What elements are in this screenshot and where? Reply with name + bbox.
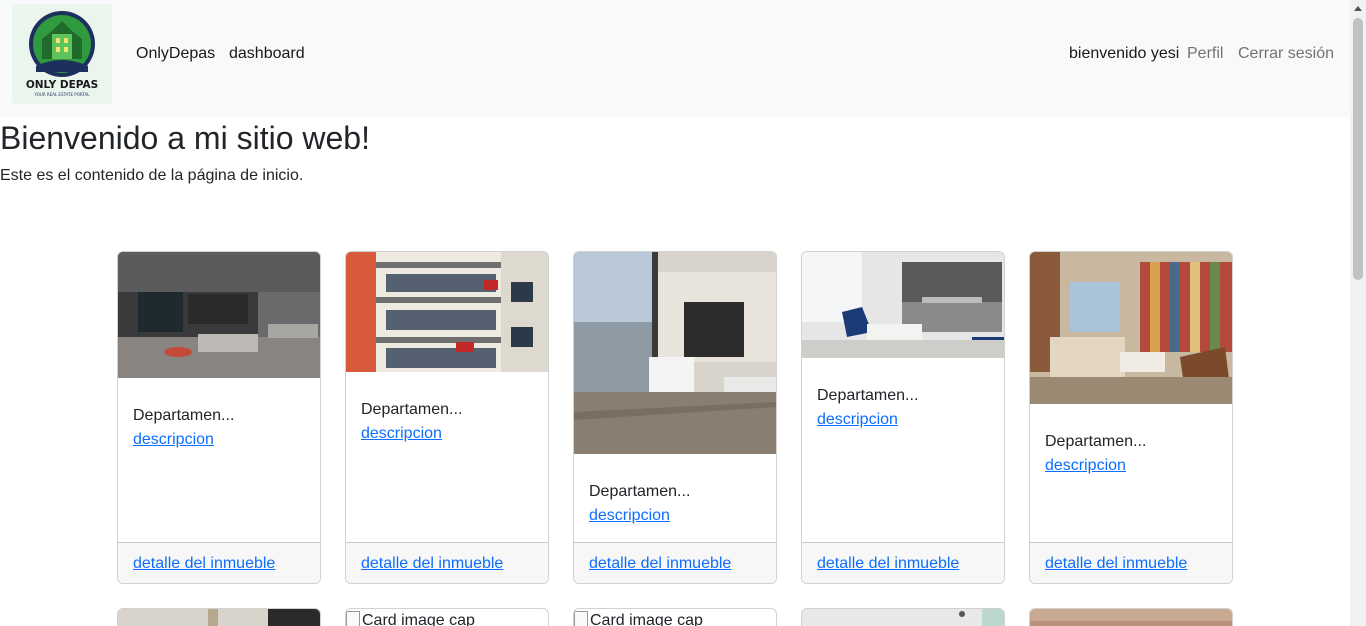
intro-text: Este es el contenido de la página de ini… xyxy=(0,167,304,184)
scroll-up-arrow-icon[interactable] xyxy=(1350,0,1366,16)
property-image[interactable] xyxy=(1030,252,1232,404)
card-title: Departamen... xyxy=(589,483,691,500)
property-image[interactable] xyxy=(802,609,1004,626)
brand-link[interactable]: OnlyDepas xyxy=(136,45,215,63)
scroll-thumb[interactable] xyxy=(1353,18,1363,280)
card-footer: detalle del inmueble xyxy=(1030,542,1232,583)
card-footer: detalle del inmueble xyxy=(118,542,320,583)
nav-dashboard-link[interactable]: dashboard xyxy=(229,45,305,63)
card-title: Departamen... xyxy=(133,407,235,424)
card-title: Departamen... xyxy=(817,387,919,404)
cozy-living-photo-icon xyxy=(1030,252,1232,404)
property-card: Departamen... descripcion detalle del in… xyxy=(117,251,321,584)
card-title: Departamen... xyxy=(1045,433,1147,450)
logo-icon: ONLY DEPAS YOUR REAL ESTATE PORTAL xyxy=(12,4,112,104)
modern-living-photo-icon xyxy=(802,252,1004,358)
property-image[interactable] xyxy=(118,252,320,378)
property-card: Departamen... descripcion detalle del in… xyxy=(1029,251,1233,584)
svg-text:ONLY DEPAS: ONLY DEPAS xyxy=(26,79,98,91)
broken-image-alt[interactable]: Card image cap xyxy=(346,611,475,626)
living-room-photo-icon xyxy=(118,252,320,378)
property-detail-link[interactable]: detalle del inmueble xyxy=(589,552,731,576)
card-footer: detalle del inmueble xyxy=(802,542,1004,583)
welcome-text: bienvenido yesi xyxy=(1069,45,1180,62)
property-image[interactable] xyxy=(802,252,1004,358)
description-link[interactable]: descripcion xyxy=(817,408,898,432)
property-card xyxy=(1029,608,1233,626)
property-detail-link[interactable]: detalle del inmueble xyxy=(1045,552,1187,576)
property-card xyxy=(117,608,321,626)
property-image[interactable] xyxy=(346,252,548,372)
profile-link[interactable]: Perfil xyxy=(1187,45,1223,63)
description-link[interactable]: descripcion xyxy=(133,428,214,452)
card-footer: detalle del inmueble xyxy=(574,542,776,583)
logout-link[interactable]: Cerrar sesión xyxy=(1238,45,1334,63)
property-image[interactable] xyxy=(574,252,776,454)
card-footer: detalle del inmueble xyxy=(346,542,548,583)
page-scrollbar[interactable] xyxy=(1350,0,1366,626)
property-card: Card image cap xyxy=(345,608,549,626)
property-card xyxy=(801,608,1005,626)
property-image[interactable] xyxy=(1030,609,1232,626)
kitchen-photo-icon xyxy=(574,252,776,454)
navbar: ONLY DEPAS YOUR REAL ESTATE PORTAL OnlyD… xyxy=(0,0,1350,117)
description-link[interactable]: descripcion xyxy=(361,422,442,446)
property-card: Departamen... descripcion detalle del in… xyxy=(345,251,549,584)
description-link[interactable]: descripcion xyxy=(589,504,670,528)
svg-text:YOUR REAL ESTATE PORTAL: YOUR REAL ESTATE PORTAL xyxy=(34,92,91,97)
property-card: Departamen... descripcion detalle del in… xyxy=(801,251,1005,584)
building-facade-photo-icon xyxy=(346,252,548,372)
property-detail-link[interactable]: detalle del inmueble xyxy=(361,552,503,576)
page-title: Bienvenido a mi sitio web! xyxy=(0,120,370,156)
property-detail-link[interactable]: detalle del inmueble xyxy=(133,552,275,576)
property-detail-link[interactable]: detalle del inmueble xyxy=(817,552,959,576)
property-image[interactable] xyxy=(118,609,320,626)
card-title: Departamen... xyxy=(361,401,463,418)
property-card: Card image cap xyxy=(573,608,777,626)
logo-image[interactable]: ONLY DEPAS YOUR REAL ESTATE PORTAL xyxy=(12,4,112,104)
property-card: Departamen... descripcion detalle del in… xyxy=(573,251,777,584)
description-link[interactable]: descripcion xyxy=(1045,454,1126,478)
broken-image-alt[interactable]: Card image cap xyxy=(574,611,703,626)
